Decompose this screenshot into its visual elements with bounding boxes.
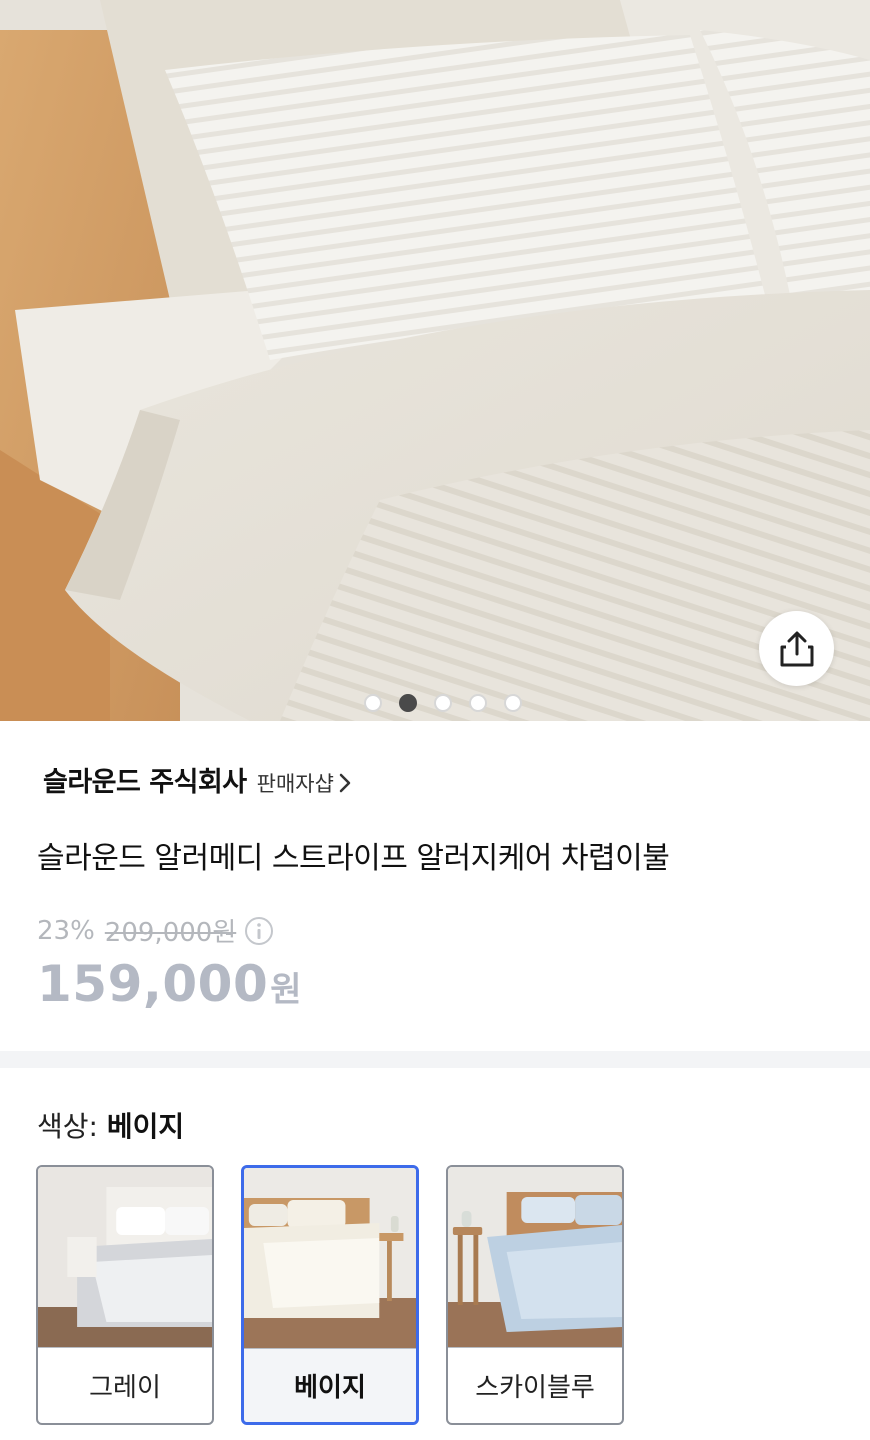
color-option-gray[interactable]: 그레이 [36, 1165, 214, 1425]
price-row: 23% 209,000원 [37, 912, 274, 949]
info-icon[interactable] [244, 916, 274, 946]
carousel-dot[interactable] [398, 694, 417, 712]
color-option-beige-label: 베이지 [244, 1348, 416, 1422]
beige-bedding-thumbnail [244, 1168, 416, 1348]
carousel-dot[interactable] [503, 694, 522, 712]
seller-name: 슬라운드 주식회사 [43, 767, 247, 798]
product-title: 슬라운드 알러메디 스트라이프 알러지케어 차렵이불 [37, 841, 670, 876]
carousel-dot[interactable] [363, 694, 382, 712]
bedding-photo [0, 0, 870, 721]
seller-shop-label: 판매자샵 [256, 772, 334, 796]
seller-shop-link[interactable]: 판매자샵 [257, 768, 352, 798]
carousel-dot[interactable] [468, 694, 487, 712]
gray-bedding-thumbnail [38, 1167, 212, 1347]
color-option-beige[interactable]: 베이지 [241, 1165, 419, 1425]
product-hero-image[interactable] [0, 0, 870, 721]
color-option-gray-label: 그레이 [38, 1347, 212, 1423]
color-option-label: 색상: 베이지 [37, 1105, 184, 1145]
color-option-skyblue[interactable]: 스카이블루 [446, 1165, 624, 1425]
sale-price-number: 159,000 [37, 955, 269, 1013]
original-price: 209,000원 [104, 918, 237, 948]
discount-rate: 23% [37, 915, 95, 946]
color-option-skyblue-label: 스카이블루 [448, 1347, 622, 1423]
share-button[interactable] [759, 611, 834, 686]
skyblue-bedding-thumbnail [448, 1167, 622, 1347]
seller-row: 슬라운드 주식회사 판매자샵 [43, 760, 352, 799]
carousel-dot[interactable] [433, 694, 452, 712]
section-divider [0, 1051, 870, 1068]
chevron-right-icon [339, 773, 351, 793]
sale-price-unit: 원 [270, 970, 302, 1010]
color-options: 그레이 베이지 스카이블루 [36, 1165, 651, 1425]
color-selected-value: 베이지 [106, 1110, 185, 1143]
share-icon [780, 631, 813, 666]
sale-price: 159,000 원 [37, 955, 302, 1013]
color-label-prefix: 색상: [37, 1110, 107, 1143]
